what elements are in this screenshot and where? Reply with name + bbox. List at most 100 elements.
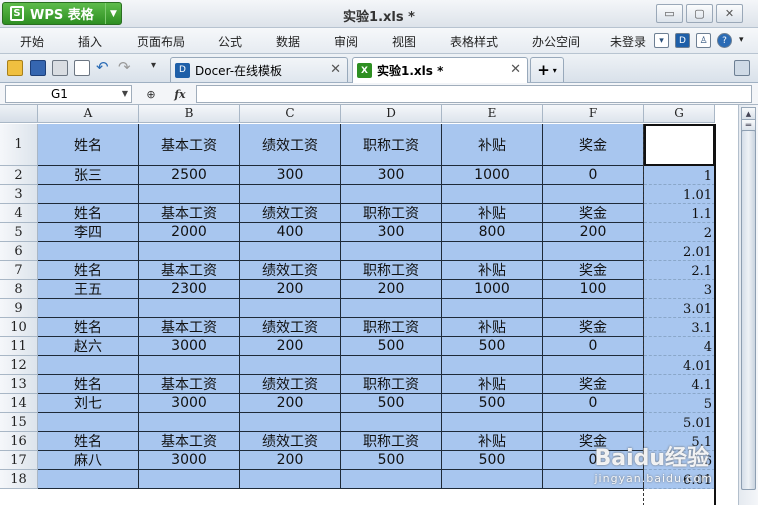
table-cell[interactable]: 2000 [139, 223, 240, 242]
table-cell[interactable]: 1000 [442, 166, 543, 185]
tab-experiment-xls[interactable]: X 实验1.xls * ✕ [352, 57, 528, 83]
menu-insert[interactable]: 插入 [78, 33, 102, 50]
table-cell[interactable] [240, 413, 341, 432]
table-cell[interactable]: 基本工资 [139, 432, 240, 451]
table-cell[interactable]: 0 [543, 337, 644, 356]
table-cell[interactable]: 500 [341, 337, 442, 356]
table-cell[interactable] [341, 356, 442, 375]
menu-page-layout[interactable]: 页面布局 [137, 33, 185, 50]
open-folder-icon[interactable] [7, 60, 23, 76]
table-cell[interactable]: 姓名 [38, 375, 139, 394]
login-status[interactable]: 未登录 [610, 33, 646, 50]
column-header-f[interactable]: F [543, 105, 644, 123]
menu-home[interactable]: 开始 [20, 33, 44, 50]
close-tab-icon[interactable]: ✕ [330, 62, 341, 77]
docer-icon[interactable]: D [675, 33, 690, 48]
table-cell[interactable] [139, 299, 240, 318]
table-cell[interactable] [341, 299, 442, 318]
table-cell[interactable] [139, 470, 240, 489]
table-cell-g[interactable]: 5.01 [644, 413, 715, 432]
column-header-a[interactable]: A [38, 105, 139, 123]
table-cell[interactable]: 500 [341, 451, 442, 470]
table-cell[interactable]: 补贴 [442, 318, 543, 337]
table-cell[interactable]: 姓名 [38, 318, 139, 337]
vertical-scrollbar[interactable]: ▲ ═ [738, 105, 758, 505]
row-header[interactable]: 17 [0, 451, 38, 470]
table-cell[interactable] [240, 242, 341, 261]
table-cell[interactable]: 职称工资 [341, 204, 442, 223]
table-cell-g[interactable]: 1.01 [644, 185, 715, 204]
customize-toolbar-icon[interactable]: ▾ [151, 60, 167, 76]
table-cell-g[interactable]: 2 [644, 223, 715, 242]
table-cell[interactable] [543, 185, 644, 204]
table-cell[interactable]: 补贴 [442, 204, 543, 223]
table-cell[interactable]: 奖金 [543, 204, 644, 223]
table-cell[interactable]: 500 [341, 394, 442, 413]
minimize-button[interactable]: ▭ [656, 4, 683, 23]
table-cell[interactable]: 奖金 [543, 261, 644, 280]
name-box[interactable]: G1 ▼ [5, 85, 132, 103]
menu-office-space[interactable]: 办公空间 [532, 33, 580, 50]
table-cell[interactable]: 基本工资 [139, 261, 240, 280]
table-cell[interactable]: 3000 [139, 337, 240, 356]
menu-data[interactable]: 数据 [276, 33, 300, 50]
table-cell[interactable]: 王五 [38, 280, 139, 299]
table-cell[interactable]: 职称工资 [341, 124, 442, 166]
table-cell[interactable]: 职称工资 [341, 261, 442, 280]
table-cell[interactable]: 奖金 [543, 318, 644, 337]
window-layout-icon[interactable] [734, 60, 750, 76]
table-cell[interactable]: 200 [240, 280, 341, 299]
table-cell[interactable]: 100 [543, 280, 644, 299]
table-cell[interactable]: 姓名 [38, 204, 139, 223]
table-cell[interactable]: 200 [341, 280, 442, 299]
table-cell[interactable] [543, 356, 644, 375]
table-cell[interactable]: 500 [442, 394, 543, 413]
table-cell[interactable]: 基本工资 [139, 204, 240, 223]
help-chevron-icon[interactable]: ▾ [739, 35, 744, 45]
table-cell[interactable] [543, 242, 644, 261]
row-header[interactable]: 1 [0, 124, 38, 166]
help-icon[interactable]: ? [717, 33, 732, 48]
table-cell[interactable]: 200 [240, 394, 341, 413]
table-cell[interactable]: 200 [543, 223, 644, 242]
table-cell[interactable]: 绩效工资 [240, 124, 341, 166]
table-cell[interactable]: 姓名 [38, 124, 139, 166]
table-cell-g[interactable]: 1.1 [644, 204, 715, 223]
select-all-corner[interactable] [0, 105, 38, 123]
table-cell[interactable]: 姓名 [38, 261, 139, 280]
table-cell[interactable] [240, 356, 341, 375]
table-cell[interactable] [38, 413, 139, 432]
table-cell[interactable]: 1000 [442, 280, 543, 299]
close-tab-icon[interactable]: ✕ [510, 62, 521, 77]
table-cell[interactable] [38, 356, 139, 375]
table-cell[interactable] [139, 413, 240, 432]
table-cell[interactable]: 基本工资 [139, 124, 240, 166]
row-header[interactable]: 3 [0, 185, 38, 204]
table-cell[interactable] [442, 356, 543, 375]
table-cell[interactable]: 绩效工资 [240, 261, 341, 280]
menu-table-style[interactable]: 表格样式 [450, 33, 498, 50]
table-cell[interactable]: 职称工资 [341, 318, 442, 337]
table-cell[interactable] [38, 185, 139, 204]
save-icon[interactable] [30, 60, 46, 76]
table-cell[interactable]: 2500 [139, 166, 240, 185]
ribbon-toggle-icon[interactable]: ▾ [654, 33, 669, 48]
new-tab-button[interactable]: + ▾ [530, 57, 564, 82]
table-cell[interactable] [442, 185, 543, 204]
table-cell-g[interactable]: 5 [644, 394, 715, 413]
table-cell-g[interactable]: 4.01 [644, 356, 715, 375]
table-cell[interactable]: 3000 [139, 394, 240, 413]
table-cell-g[interactable]: 1 [644, 166, 715, 185]
table-cell[interactable]: 李四 [38, 223, 139, 242]
table-cell[interactable] [341, 413, 442, 432]
print-preview-icon[interactable] [74, 60, 90, 76]
table-cell[interactable]: 300 [341, 166, 442, 185]
undo-icon[interactable]: ↶ [96, 60, 112, 76]
table-cell[interactable]: 绩效工资 [240, 204, 341, 223]
table-cell[interactable] [442, 242, 543, 261]
table-cell[interactable]: 补贴 [442, 124, 543, 166]
table-cell[interactable] [341, 242, 442, 261]
tab-docer-templates[interactable]: D Docer-在线模板 ✕ [170, 57, 348, 82]
table-cell[interactable]: 400 [240, 223, 341, 242]
active-cell-g1[interactable] [644, 124, 715, 166]
